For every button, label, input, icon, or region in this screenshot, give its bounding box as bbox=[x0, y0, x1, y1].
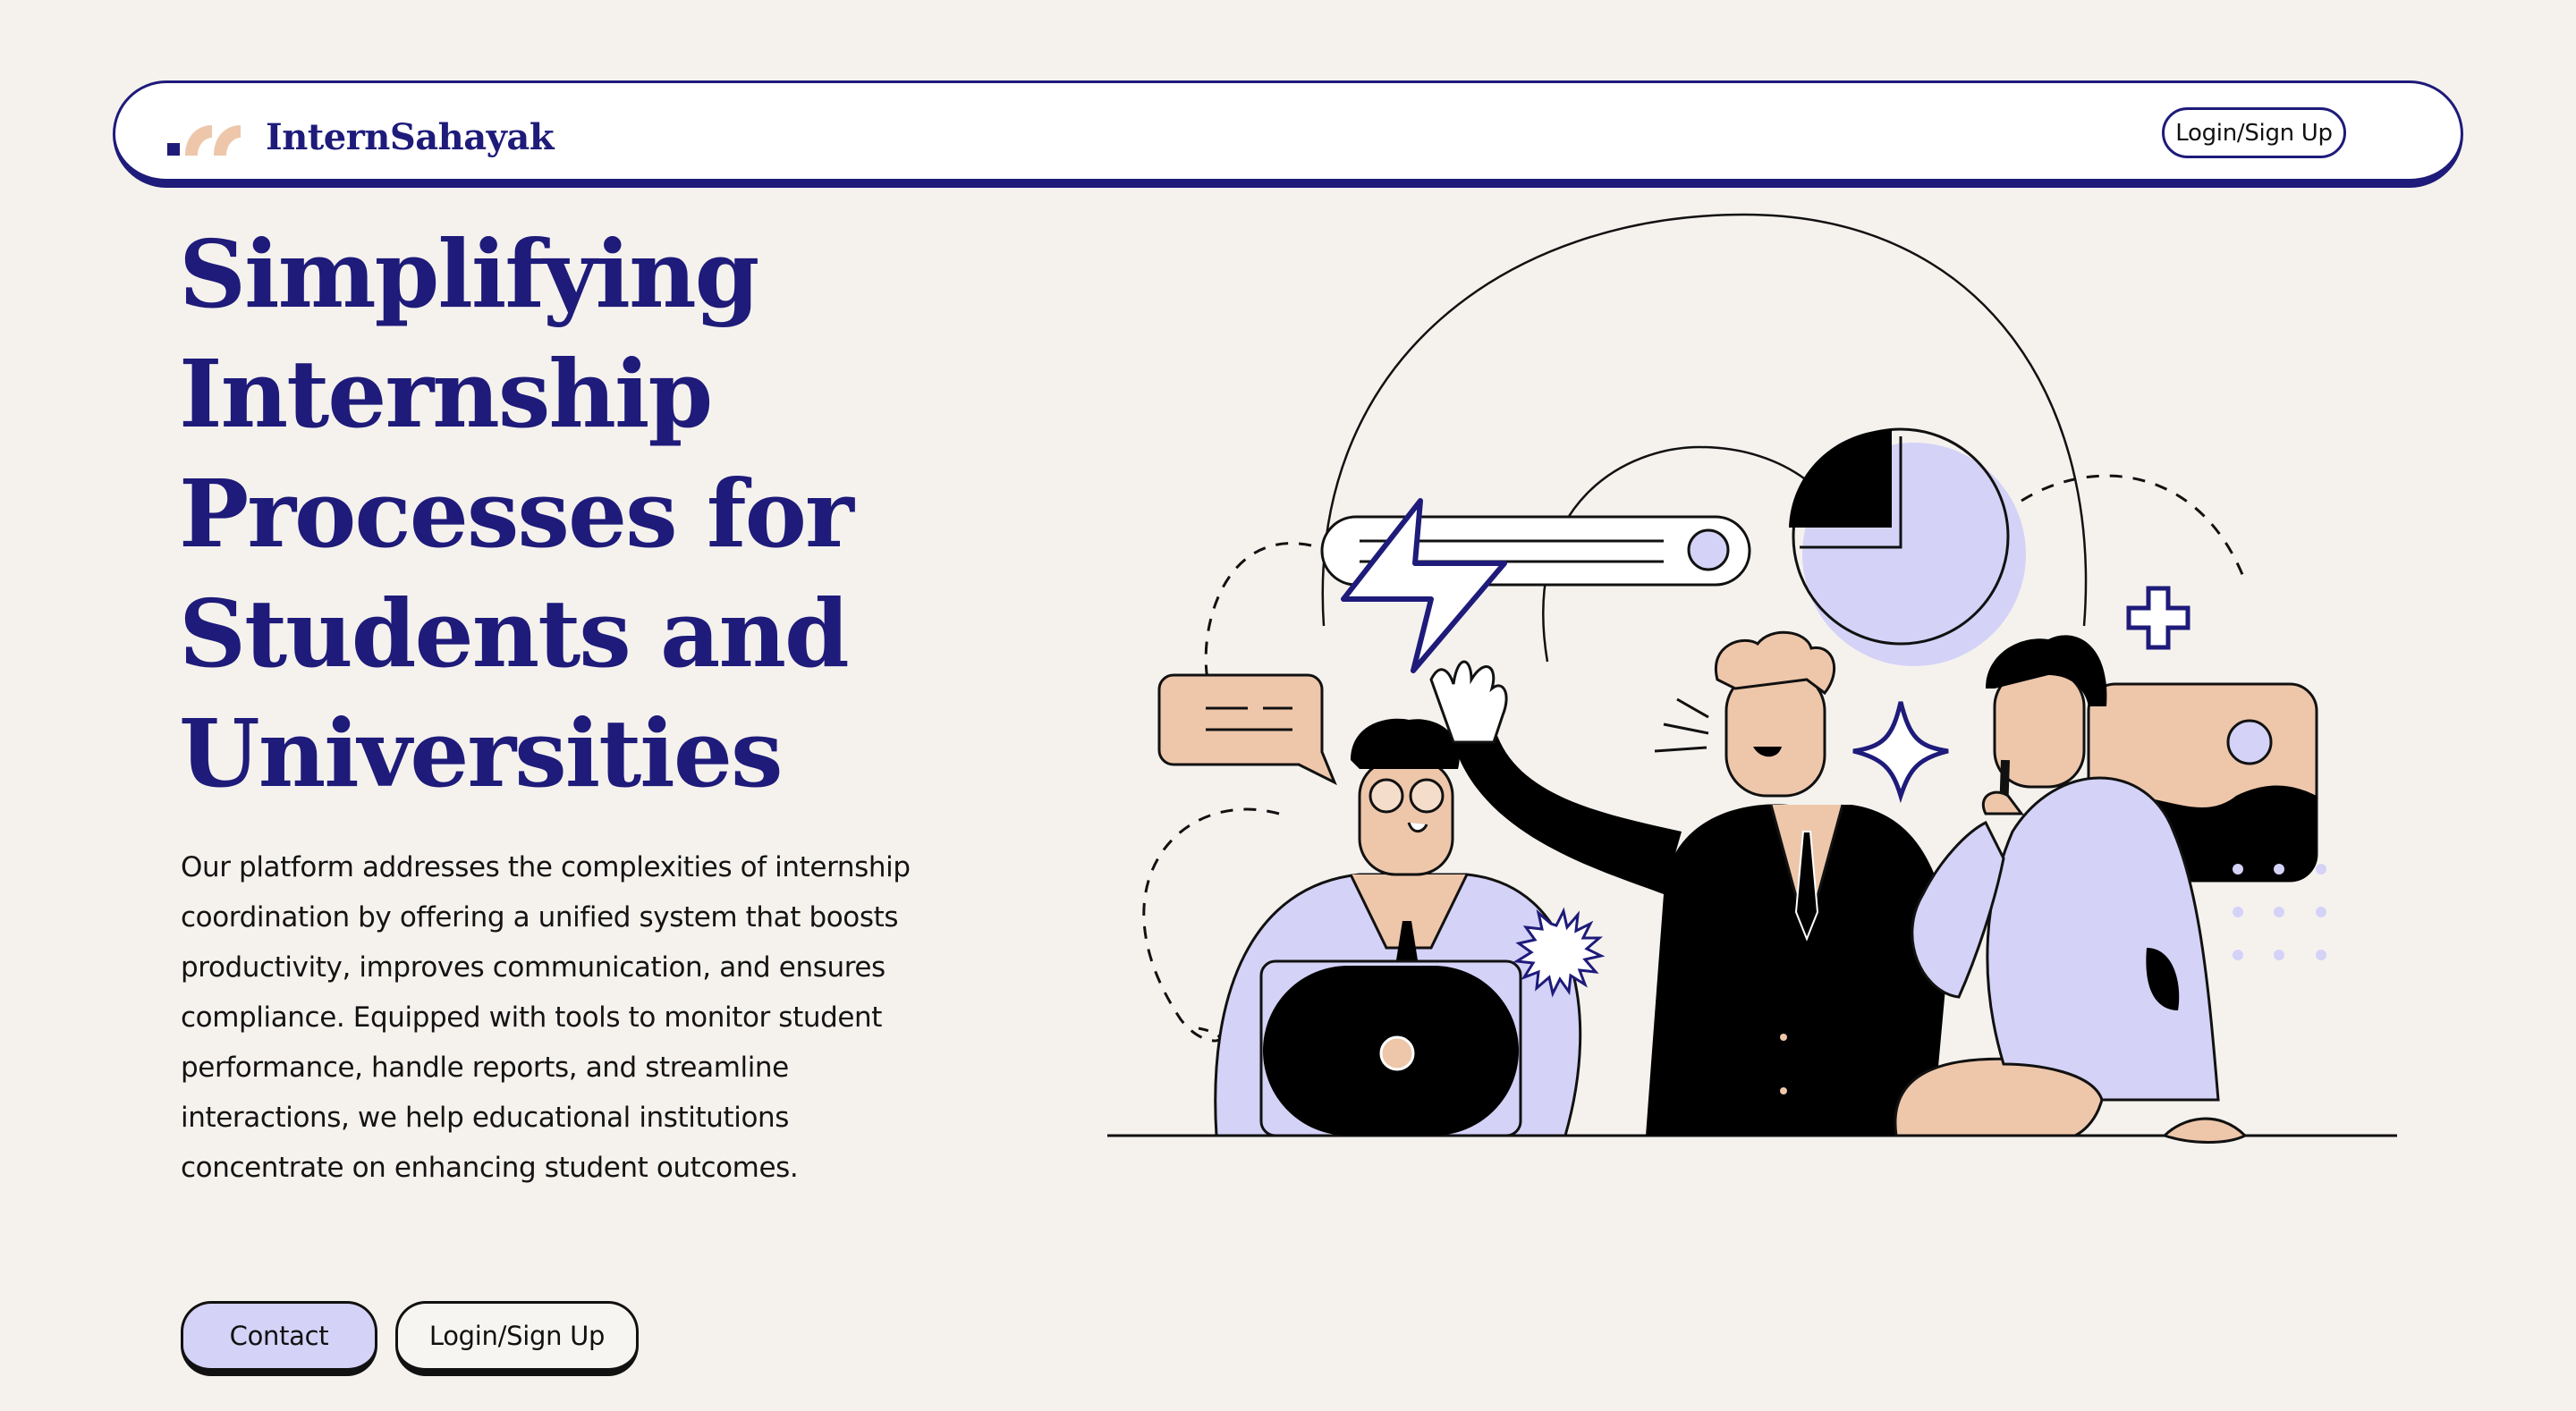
logo-mark-icon bbox=[167, 125, 241, 156]
hero-title-line: Internship bbox=[179, 339, 713, 449]
plus-icon bbox=[2126, 586, 2190, 650]
dashed-arc-right bbox=[2021, 474, 2247, 582]
hero-title-line: Students and bbox=[179, 579, 850, 689]
brand-logo[interactable]: InternSahayak bbox=[167, 110, 555, 164]
sparkle-star-icon bbox=[1852, 701, 1949, 804]
hero-login-signup-button[interactable]: Login/Sign Up bbox=[395, 1301, 639, 1376]
hero-description: Our platform addresses the complexities … bbox=[181, 851, 911, 1184]
hero-illustration bbox=[1107, 213, 2397, 1144]
hero-title: Simplifying Internship Processes for Stu… bbox=[179, 215, 984, 814]
chat-bubble-graphic bbox=[1157, 673, 1337, 786]
dashed-arc-left bbox=[1204, 542, 1312, 680]
top-navbar: InternSahayak Login/Sign Up bbox=[113, 80, 2463, 188]
brand-name: InternSahayak bbox=[266, 115, 555, 158]
hero-title-line: Universities bbox=[179, 698, 784, 808]
nav-login-signup-button[interactable]: Login/Sign Up bbox=[2162, 107, 2346, 158]
hero-title-line: Processes for bbox=[179, 459, 854, 569]
pie-chart-graphic bbox=[1789, 427, 2026, 666]
contact-button[interactable]: Contact bbox=[181, 1301, 377, 1376]
hero-title-line: Simplifying bbox=[179, 219, 759, 329]
